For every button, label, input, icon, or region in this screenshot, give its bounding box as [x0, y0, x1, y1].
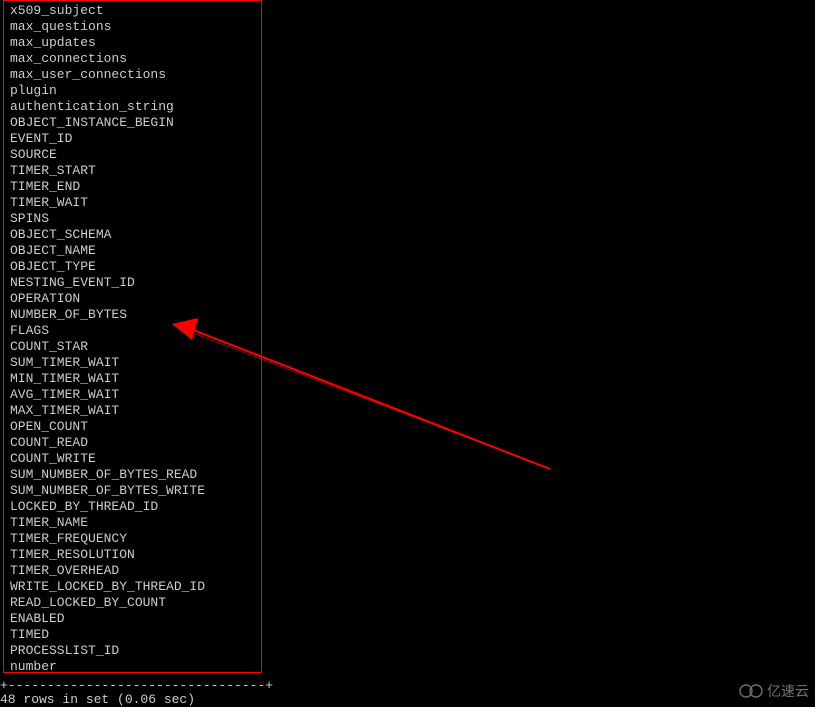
column-name-row: PROCESSLIST_ID: [10, 643, 255, 659]
column-name-row: OBJECT_TYPE: [10, 259, 255, 275]
column-list: x509_subjectmax_questionsmax_updatesmax_…: [10, 3, 255, 675]
column-name-row: LOCKED_BY_THREAD_ID: [10, 499, 255, 515]
column-name-row: plugin: [10, 83, 255, 99]
column-name-row: MIN_TIMER_WAIT: [10, 371, 255, 387]
column-name-row: EVENT_ID: [10, 131, 255, 147]
column-name-row: SUM_TIMER_WAIT: [10, 355, 255, 371]
column-name-row: MAX_TIMER_WAIT: [10, 403, 255, 419]
column-name-row: FLAGS: [10, 323, 255, 339]
column-name-row: max_questions: [10, 19, 255, 35]
terminal-output-box: x509_subjectmax_questionsmax_updatesmax_…: [3, 0, 262, 673]
column-name-row: authentication_string: [10, 99, 255, 115]
column-name-row: NESTING_EVENT_ID: [10, 275, 255, 291]
column-name-row: SUM_NUMBER_OF_BYTES_READ: [10, 467, 255, 483]
column-name-row: TIMED: [10, 627, 255, 643]
table-separator: +---------------------------------+: [0, 678, 273, 693]
column-name-row: OPERATION: [10, 291, 255, 307]
column-name-row: TIMER_RESOLUTION: [10, 547, 255, 563]
column-name-row: TIMER_START: [10, 163, 255, 179]
watermark-text: 亿速云: [767, 681, 809, 701]
column-name-row: SOURCE: [10, 147, 255, 163]
column-name-row: TIMER_NAME: [10, 515, 255, 531]
column-name-row: max_user_connections: [10, 67, 255, 83]
column-name-row: AVG_TIMER_WAIT: [10, 387, 255, 403]
column-name-row: ENABLED: [10, 611, 255, 627]
column-name-row: number: [10, 659, 255, 675]
column-name-row: COUNT_STAR: [10, 339, 255, 355]
column-name-row: SUM_NUMBER_OF_BYTES_WRITE: [10, 483, 255, 499]
watermark-logo-icon: [739, 683, 763, 699]
column-name-row: COUNT_WRITE: [10, 451, 255, 467]
column-name-row: OPEN_COUNT: [10, 419, 255, 435]
column-name-row: max_updates: [10, 35, 255, 51]
column-name-row: SPINS: [10, 211, 255, 227]
column-name-row: OBJECT_INSTANCE_BEGIN: [10, 115, 255, 131]
column-name-row: TIMER_WAIT: [10, 195, 255, 211]
column-name-row: COUNT_READ: [10, 435, 255, 451]
column-name-row: OBJECT_SCHEMA: [10, 227, 255, 243]
column-name-row: OBJECT_NAME: [10, 243, 255, 259]
column-name-row: WRITE_LOCKED_BY_THREAD_ID: [10, 579, 255, 595]
column-name-row: NUMBER_OF_BYTES: [10, 307, 255, 323]
watermark: 亿速云: [739, 681, 809, 701]
column-name-row: x509_subject: [10, 3, 255, 19]
column-name-row: TIMER_END: [10, 179, 255, 195]
column-name-row: max_connections: [10, 51, 255, 67]
column-name-row: TIMER_OVERHEAD: [10, 563, 255, 579]
column-name-row: READ_LOCKED_BY_COUNT: [10, 595, 255, 611]
column-name-row: TIMER_FREQUENCY: [10, 531, 255, 547]
